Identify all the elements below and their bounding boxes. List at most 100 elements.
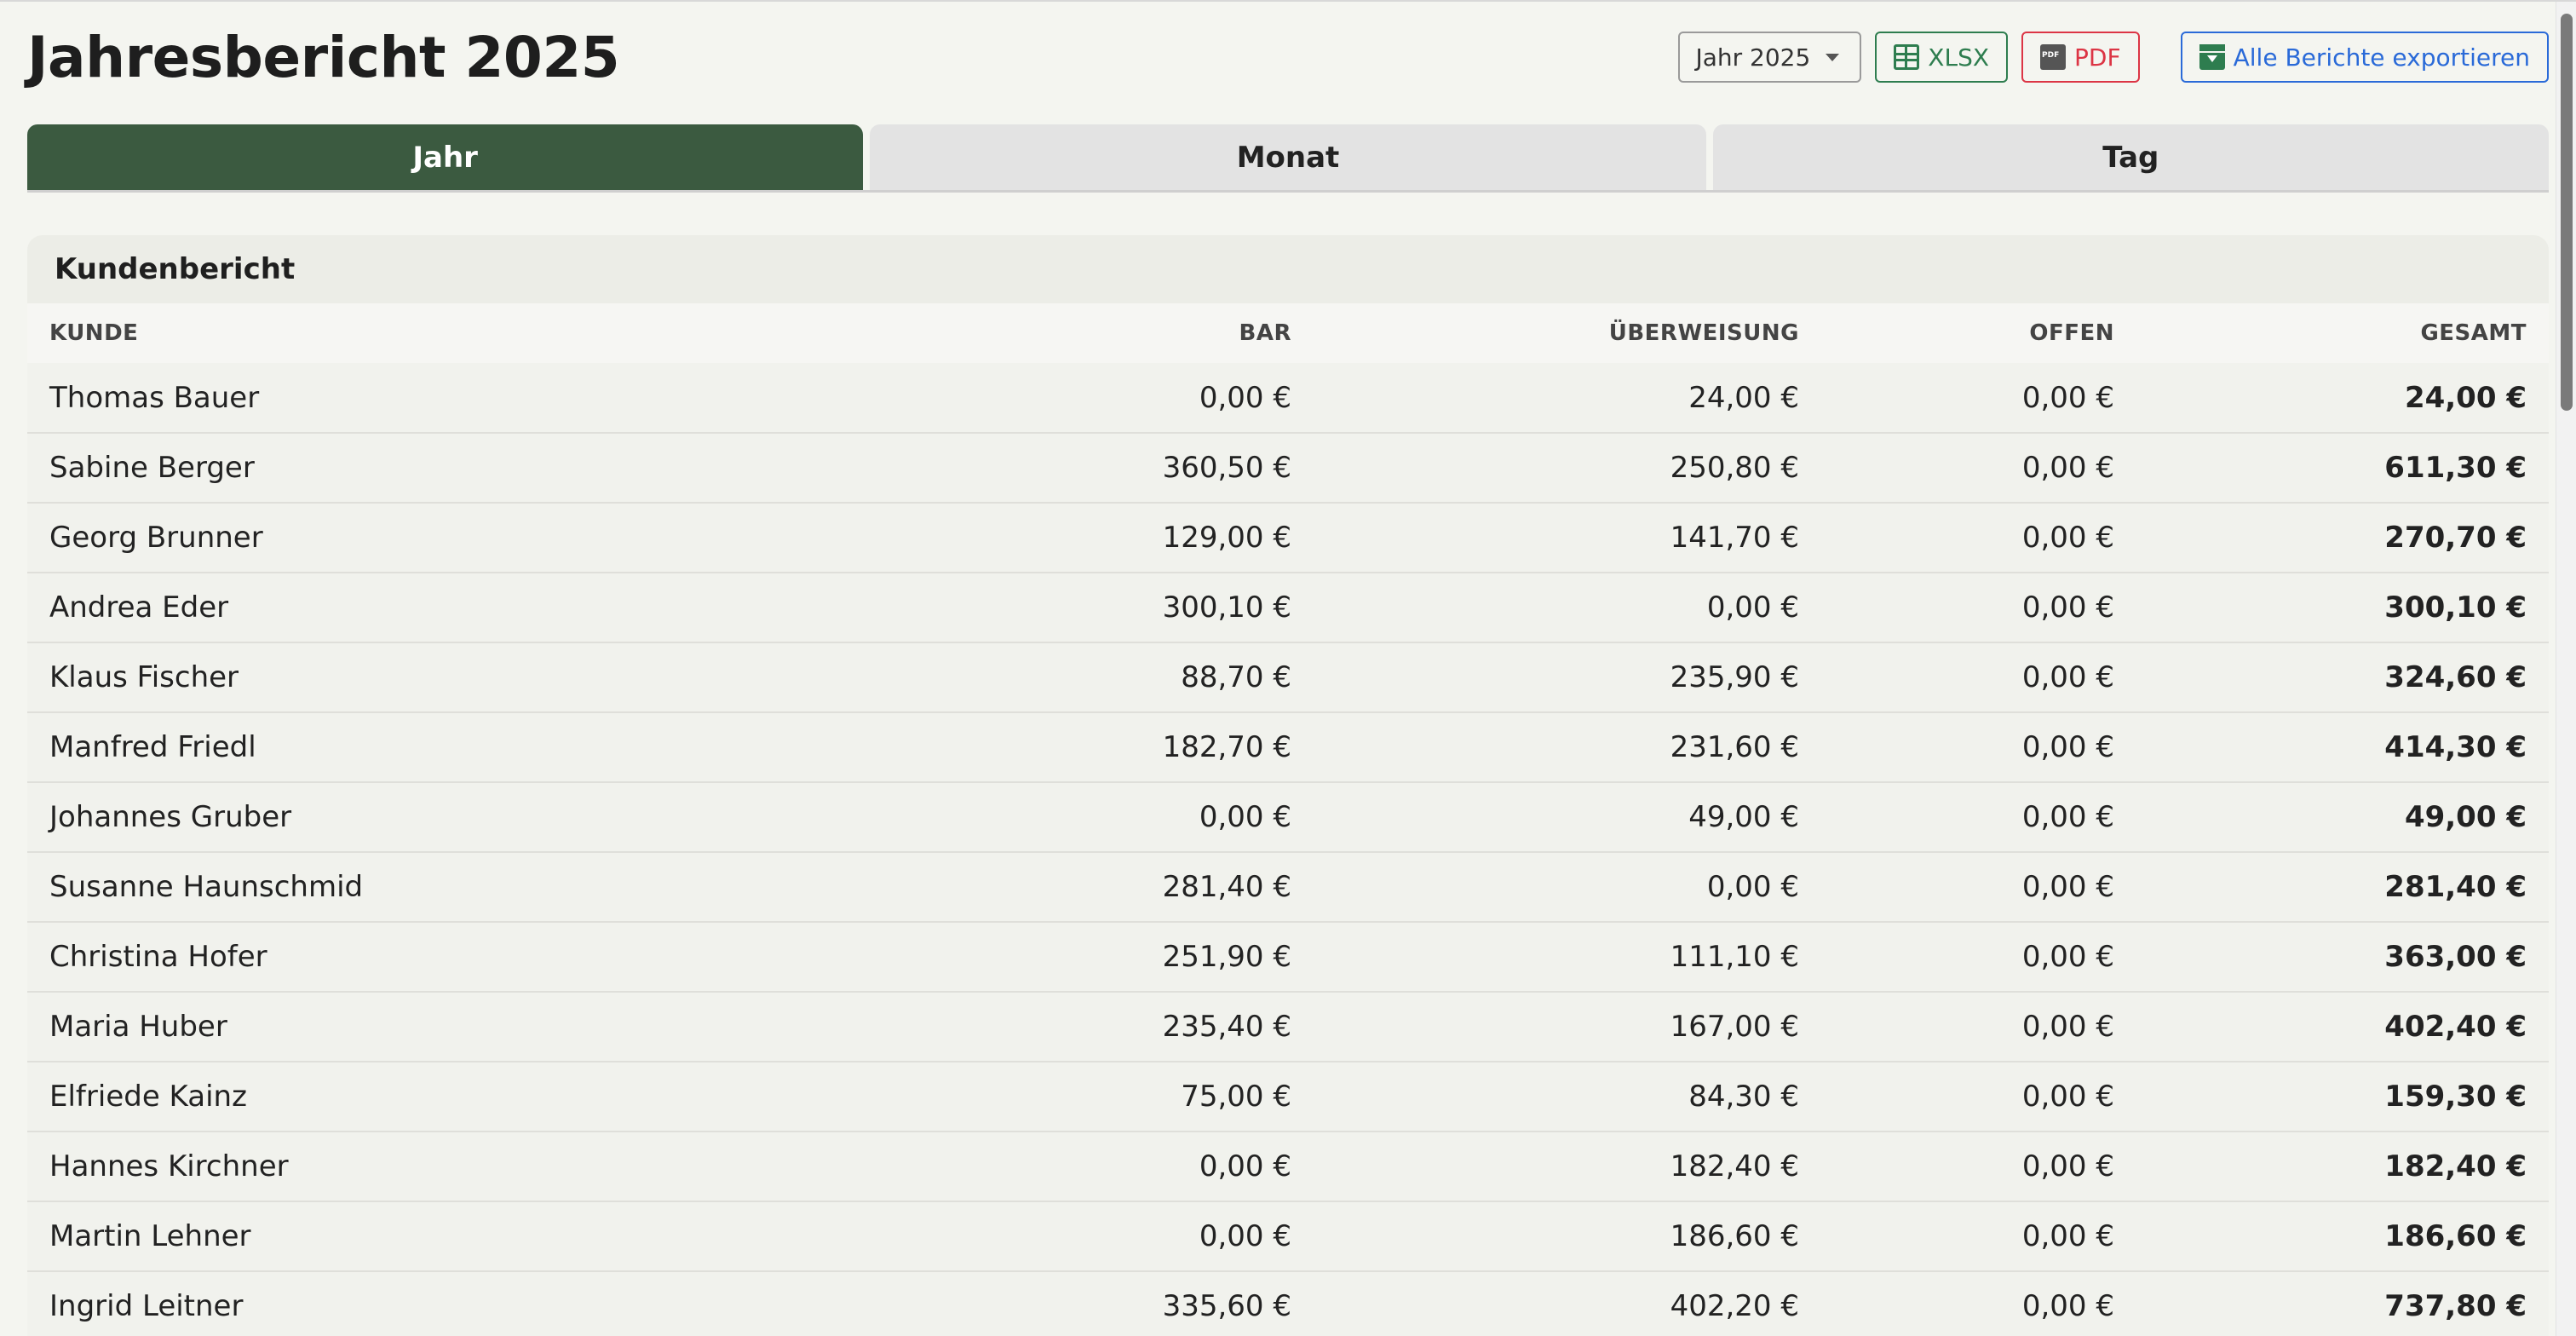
cell-offen: 0,00 € bbox=[1821, 1271, 2136, 1336]
cell-ueberweisung: 141,70 € bbox=[1314, 503, 1821, 573]
export-xlsx-button[interactable]: XLSX bbox=[1875, 32, 2009, 83]
table-row: Sabine Berger 360,50 €250,80 €0,00 €611,3… bbox=[27, 433, 2549, 504]
customer-report-table: KUNDE BAR ÜBERWEISUNG OFFEN GESAMT Thoma… bbox=[27, 303, 2549, 1336]
cell-ueberweisung: 0,00 € bbox=[1314, 852, 1821, 923]
customer-report-card: Kundenbericht KUNDE BAR ÜBERWEISUNG OFFE… bbox=[27, 235, 2549, 1336]
cell-offen: 0,00 € bbox=[1821, 1132, 2136, 1202]
export-pdf-button[interactable]: PDF bbox=[2021, 32, 2140, 83]
cell-bar: 300,10 € bbox=[973, 573, 1314, 643]
cell-bar: 0,00 € bbox=[973, 1132, 1314, 1202]
cell-ueberweisung: 84,30 € bbox=[1314, 1062, 1821, 1132]
page-header: Jahresbericht 2025 Jahr 2025 XLSX PDF Al… bbox=[27, 2, 2549, 112]
table-row: Martin Lehner 0,00 €186,60 €0,00 €186,60 … bbox=[27, 1201, 2549, 1272]
year-select-value: Jahr 2025 bbox=[1695, 43, 1811, 72]
cell-ueberweisung: 111,10 € bbox=[1314, 922, 1821, 993]
cell-ueberweisung: 186,60 € bbox=[1314, 1201, 1821, 1272]
table-row: Klaus Fischer 88,70 €235,90 €0,00 €324,60… bbox=[27, 642, 2549, 713]
cell-kunde: Johannes Gruber bbox=[27, 782, 973, 853]
cell-bar: 0,00 € bbox=[973, 782, 1314, 853]
cell-kunde: Hannes Kirchner bbox=[27, 1132, 973, 1202]
cell-kunde: Christina Hofer bbox=[27, 922, 973, 993]
scrollbar[interactable] bbox=[2556, 2, 2576, 1336]
table-row: Georg Brunner 129,00 €141,70 €0,00 €270,7… bbox=[27, 503, 2549, 573]
cell-kunde: Susanne Haunschmid bbox=[27, 852, 973, 923]
cell-gesamt: 300,10 € bbox=[2136, 573, 2549, 643]
cell-gesamt: 414,30 € bbox=[2136, 712, 2549, 783]
cell-bar: 0,00 € bbox=[973, 363, 1314, 434]
scrollbar-thumb[interactable] bbox=[2561, 14, 2573, 411]
cell-ueberweisung: 182,40 € bbox=[1314, 1132, 1821, 1202]
cell-kunde: Manfred Friedl bbox=[27, 712, 973, 783]
export-pdf-label: PDF bbox=[2074, 43, 2121, 72]
cell-bar: 360,50 € bbox=[973, 433, 1314, 504]
export-all-label: Alle Berichte exportieren bbox=[2233, 43, 2530, 72]
cell-gesamt: 281,40 € bbox=[2136, 852, 2549, 923]
report-title: Kundenbericht bbox=[27, 235, 2549, 303]
column-header-kunde: KUNDE bbox=[27, 303, 973, 363]
cell-ueberweisung: 231,60 € bbox=[1314, 712, 1821, 783]
cell-kunde: Ingrid Leitner bbox=[27, 1271, 973, 1336]
cell-bar: 75,00 € bbox=[973, 1062, 1314, 1132]
column-header-offen: OFFEN bbox=[1821, 303, 2136, 363]
cell-kunde: Sabine Berger bbox=[27, 433, 973, 504]
period-tabs: Jahr Monat Tag bbox=[27, 124, 2549, 193]
cell-kunde: Andrea Eder bbox=[27, 573, 973, 643]
cell-ueberweisung: 235,90 € bbox=[1314, 642, 1821, 713]
cell-bar: 235,40 € bbox=[973, 992, 1314, 1062]
table-row: Thomas Bauer 0,00 €24,00 €0,00 €24,00 € bbox=[27, 363, 2549, 434]
cell-offen: 0,00 € bbox=[1821, 573, 2136, 643]
cell-gesamt: 737,80 € bbox=[2136, 1271, 2549, 1336]
export-all-button[interactable]: Alle Berichte exportieren bbox=[2180, 32, 2549, 83]
cell-gesamt: 159,30 € bbox=[2136, 1062, 2549, 1132]
cell-offen: 0,00 € bbox=[1821, 363, 2136, 434]
cell-offen: 0,00 € bbox=[1821, 712, 2136, 783]
cell-gesamt: 24,00 € bbox=[2136, 363, 2549, 434]
cell-kunde: Klaus Fischer bbox=[27, 642, 973, 713]
cell-bar: 0,00 € bbox=[973, 1201, 1314, 1272]
cell-bar: 281,40 € bbox=[973, 852, 1314, 923]
cell-bar: 129,00 € bbox=[973, 503, 1314, 573]
table-header-row: KUNDE BAR ÜBERWEISUNG OFFEN GESAMT bbox=[27, 303, 2549, 363]
cell-gesamt: 186,60 € bbox=[2136, 1201, 2549, 1272]
cell-gesamt: 270,70 € bbox=[2136, 503, 2549, 573]
cell-offen: 0,00 € bbox=[1821, 433, 2136, 504]
table-row: Ingrid Leitner 335,60 €402,20 €0,00 €737,… bbox=[27, 1271, 2549, 1336]
cell-kunde: Maria Huber bbox=[27, 992, 973, 1062]
table-row: Maria Huber 235,40 €167,00 €0,00 €402,40 … bbox=[27, 992, 2549, 1062]
cell-bar: 335,60 € bbox=[973, 1271, 1314, 1336]
column-header-ueberweisung: ÜBERWEISUNG bbox=[1314, 303, 1821, 363]
cell-ueberweisung: 167,00 € bbox=[1314, 992, 1821, 1062]
cell-gesamt: 363,00 € bbox=[2136, 922, 2549, 993]
export-xlsx-label: XLSX bbox=[1928, 43, 1990, 72]
cell-gesamt: 611,30 € bbox=[2136, 433, 2549, 504]
cell-bar: 182,70 € bbox=[973, 712, 1314, 783]
spreadsheet-icon bbox=[1894, 44, 1920, 70]
cell-kunde: Thomas Bauer bbox=[27, 363, 973, 434]
year-select[interactable]: Jahr 2025 bbox=[1678, 32, 1862, 83]
pdf-file-icon bbox=[2040, 44, 2067, 70]
column-header-gesamt: GESAMT bbox=[2136, 303, 2549, 363]
page: Jahresbericht 2025 Jahr 2025 XLSX PDF Al… bbox=[0, 0, 2576, 1336]
archive-download-icon bbox=[2199, 44, 2225, 70]
table-row: Hannes Kirchner 0,00 €182,40 €0,00 €182,4… bbox=[27, 1132, 2549, 1202]
chevron-down-icon bbox=[1826, 53, 1840, 61]
cell-kunde: Elfriede Kainz bbox=[27, 1062, 973, 1132]
tab-monat[interactable]: Monat bbox=[870, 124, 1706, 190]
cell-bar: 251,90 € bbox=[973, 922, 1314, 993]
cell-offen: 0,00 € bbox=[1821, 852, 2136, 923]
cell-offen: 0,00 € bbox=[1821, 1201, 2136, 1272]
cell-kunde: Martin Lehner bbox=[27, 1201, 973, 1272]
cell-ueberweisung: 0,00 € bbox=[1314, 573, 1821, 643]
table-row: Susanne Haunschmid 281,40 €0,00 €0,00 €28… bbox=[27, 852, 2549, 923]
cell-ueberweisung: 24,00 € bbox=[1314, 363, 1821, 434]
cell-bar: 88,70 € bbox=[973, 642, 1314, 713]
cell-ueberweisung: 49,00 € bbox=[1314, 782, 1821, 853]
tab-jahr[interactable]: Jahr bbox=[27, 124, 864, 190]
column-header-bar: BAR bbox=[973, 303, 1314, 363]
table-body: Thomas Bauer 0,00 €24,00 €0,00 €24,00 € Sa… bbox=[27, 363, 2549, 1336]
cell-gesamt: 182,40 € bbox=[2136, 1132, 2549, 1202]
cell-ueberweisung: 402,20 € bbox=[1314, 1271, 1821, 1336]
table-row: Johannes Gruber 0,00 €49,00 €0,00 €49,00 … bbox=[27, 782, 2549, 853]
cell-offen: 0,00 € bbox=[1821, 922, 2136, 993]
tab-tag[interactable]: Tag bbox=[1712, 124, 2549, 190]
